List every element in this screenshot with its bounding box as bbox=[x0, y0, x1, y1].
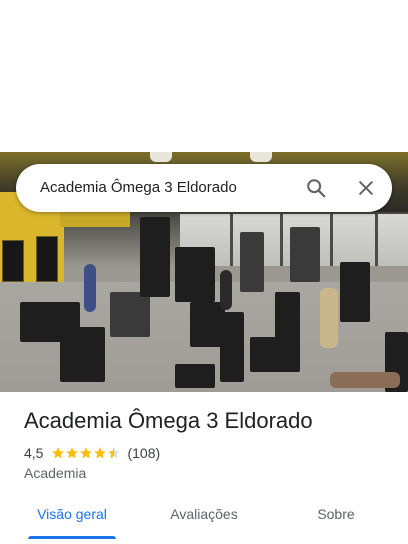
place-title: Academia Ômega 3 Eldorado bbox=[24, 408, 313, 433]
gym-machine bbox=[175, 364, 215, 388]
photo-window-frame bbox=[375, 214, 378, 266]
place-category[interactable]: Academia bbox=[24, 465, 86, 481]
tab-overview[interactable]: Visão geral bbox=[24, 496, 120, 532]
tab-about[interactable]: Sobre bbox=[300, 496, 372, 532]
photo-window-frame bbox=[230, 214, 233, 266]
close-icon[interactable] bbox=[352, 174, 380, 202]
photo-window-frame bbox=[330, 214, 333, 266]
photo-person bbox=[320, 288, 338, 348]
gym-machine bbox=[290, 227, 320, 282]
rating-value: 4,5 bbox=[24, 445, 44, 461]
half-star-icon bbox=[108, 447, 121, 459]
photo-person bbox=[330, 372, 400, 388]
gym-machine bbox=[60, 327, 105, 382]
rating-row[interactable]: 4,5 (108) bbox=[24, 444, 160, 462]
star-icon bbox=[52, 447, 65, 459]
search-input[interactable]: Academia Ômega 3 Eldorado bbox=[40, 164, 237, 212]
tab-reviews[interactable]: Avaliações bbox=[156, 496, 252, 532]
gym-machine bbox=[110, 292, 150, 337]
rating-stars bbox=[51, 446, 121, 460]
blank-header-area bbox=[0, 0, 408, 152]
gym-machine bbox=[175, 247, 215, 302]
gym-machine bbox=[275, 292, 300, 352]
search-icon[interactable] bbox=[302, 174, 330, 202]
gym-machine bbox=[340, 262, 370, 322]
review-count[interactable]: (108) bbox=[127, 445, 160, 461]
search-bar[interactable]: Academia Ômega 3 Eldorado bbox=[16, 164, 392, 212]
star-icon bbox=[80, 447, 93, 459]
photo-wall-sign bbox=[36, 236, 58, 282]
gym-machine bbox=[240, 232, 264, 292]
photo-lamp bbox=[150, 152, 172, 162]
place-tabs: Visão geral Avaliações Sobre bbox=[0, 496, 408, 544]
star-icon bbox=[66, 447, 79, 459]
gym-machine bbox=[140, 217, 170, 297]
star-icon bbox=[94, 447, 107, 459]
photo-window-frame bbox=[280, 214, 283, 266]
active-tab-indicator bbox=[28, 536, 116, 539]
photo-person bbox=[220, 270, 232, 310]
gym-machine bbox=[220, 312, 244, 382]
photo-person bbox=[84, 264, 96, 312]
photo-wall-sign bbox=[2, 240, 24, 282]
photo-lamp bbox=[250, 152, 272, 162]
